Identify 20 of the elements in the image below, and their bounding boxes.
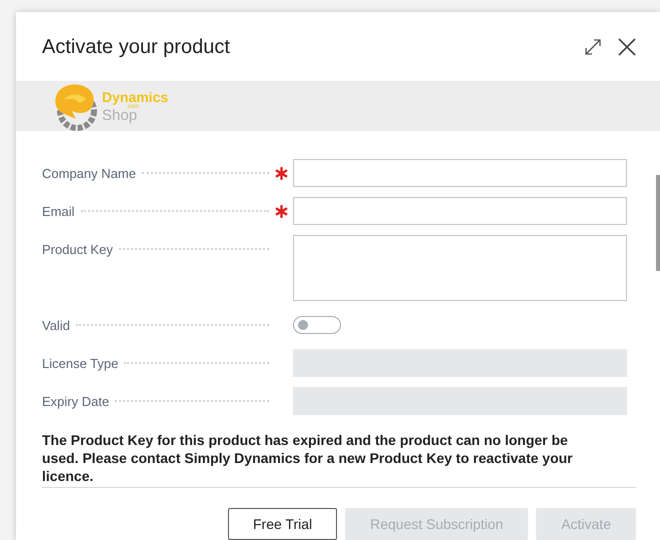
- field-label: Email: [42, 204, 75, 218]
- text-field[interactable]: [293, 197, 627, 225]
- logo-name: Dynamics: [102, 90, 168, 104]
- dialog-title: Activate your product: [42, 36, 230, 58]
- required-icon: [275, 204, 288, 218]
- logo-subname: Shop: [102, 108, 138, 122]
- expired-message: The Product Key for this product has expired and the product can no longer be used. Please contact Simply Dynamics for a new Product Key to reactivate your licence.: [42, 431, 574, 485]
- dialog-button[interactable]: Free Trial: [228, 508, 338, 540]
- field-label: License Type: [42, 356, 118, 370]
- scrollbar[interactable]: [656, 175, 660, 271]
- field-label: Company Name: [42, 166, 136, 180]
- field-label: Expiry Date: [42, 394, 110, 408]
- field-label: Valid: [42, 318, 70, 332]
- text-field[interactable]: [293, 159, 627, 187]
- toggle-switch[interactable]: [293, 316, 341, 334]
- close-icon[interactable]: [618, 38, 636, 56]
- product-key-field[interactable]: [293, 235, 627, 301]
- field-label: Product Key: [42, 242, 113, 256]
- required-icon: [275, 166, 288, 180]
- expand-icon[interactable]: [584, 38, 602, 56]
